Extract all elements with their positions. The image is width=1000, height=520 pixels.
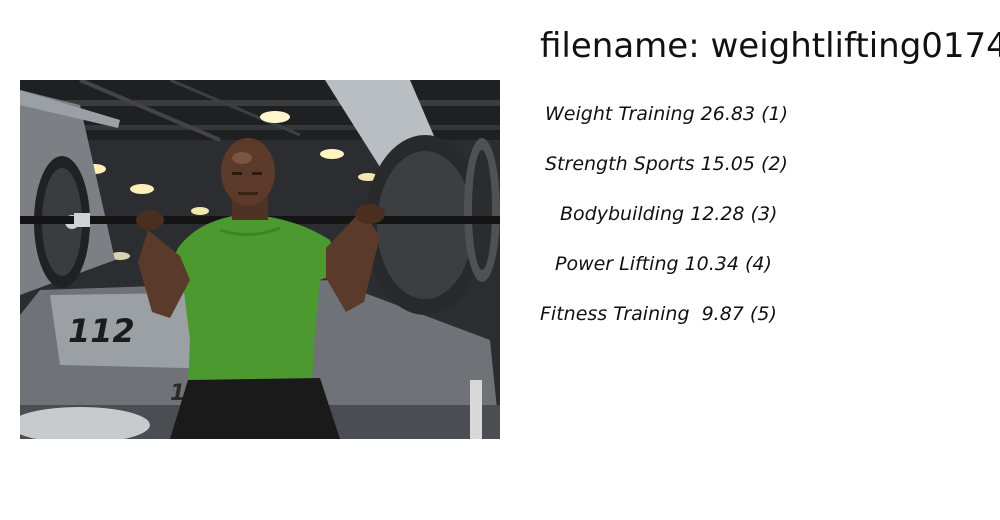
weightlifting-photo: 112 113: [20, 80, 500, 439]
prediction-5: Fitness Training 9.87 (5): [540, 303, 777, 325]
prediction-4: Power Lifting 10.34 (4): [555, 253, 772, 275]
prediction-3: Bodybuilding 12.28 (3): [560, 203, 778, 225]
filename-label: filename: weightlifting0174.j: [540, 26, 1000, 66]
prediction-1: Weight Training 26.83 (1): [545, 103, 789, 125]
tail-number-112: 112: [68, 312, 135, 350]
prediction-2: Strength Sports 15.05 (2): [545, 153, 788, 175]
